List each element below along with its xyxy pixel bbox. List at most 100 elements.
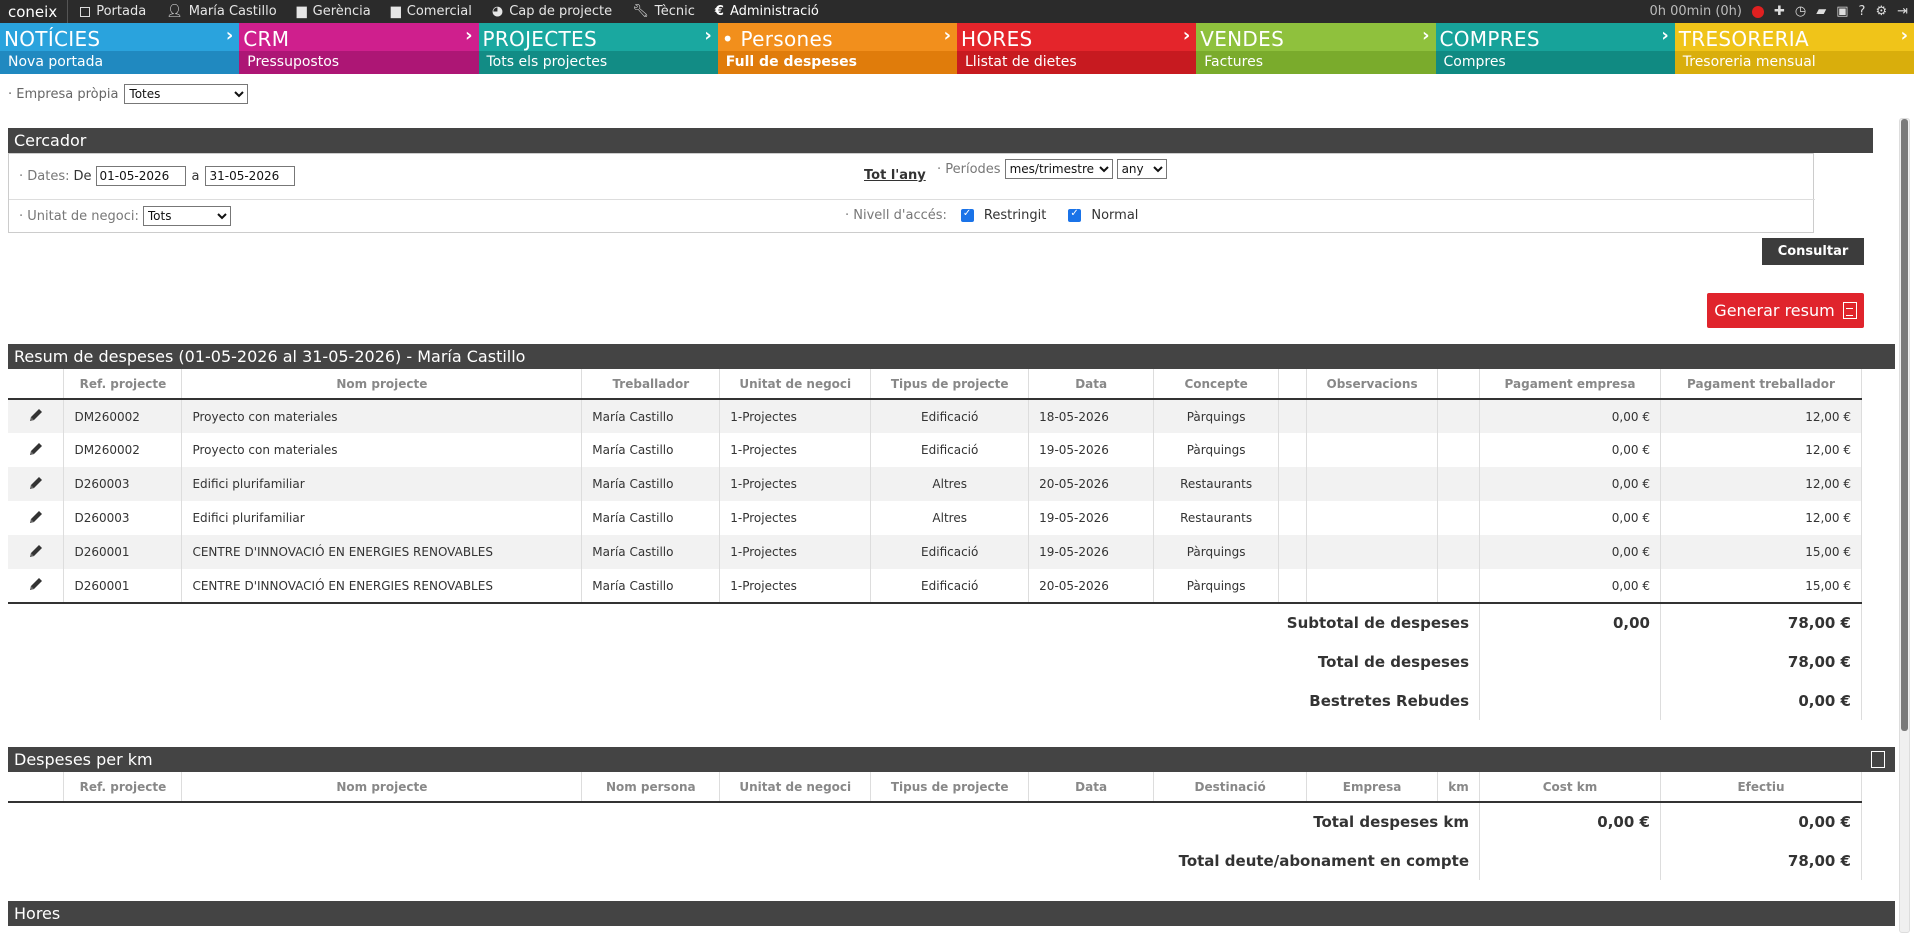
record-icon[interactable] [1751,5,1764,18]
data-cell: 18-05-2026 [1028,399,1155,433]
clock-icon[interactable]: ◷ [1795,4,1806,19]
consultar-button[interactable]: Consultar [1762,238,1864,265]
subtotal-treballador: 78,00 € [1660,603,1863,642]
chevron-right-icon[interactable]: › [465,25,472,46]
excel-export-icon[interactable] [1871,751,1885,768]
module-4[interactable]: HORES Llistat de dietes › [957,23,1197,74]
pencil-icon[interactable] [28,476,44,494]
km-col-header: Cost km [1479,772,1661,802]
date-to-input[interactable] [205,166,296,186]
module-title[interactable]: • Persones [717,23,957,51]
treballador-cell: María Castillo [581,569,721,603]
module-title[interactable]: VENDES [1196,23,1436,51]
resum-col-header: Nom projecte [181,369,583,399]
km-col-header: Nom persona [581,772,721,802]
module-2[interactable]: PROJECTES Tots els projectes › [478,23,718,74]
edit-cell[interactable] [8,535,65,569]
dates-label: · Dates: [19,168,70,184]
tot-any-link[interactable]: Tot l'any [864,168,926,183]
km-header-row: Ref. projecte Nom projecte Nom persona Unit… [8,772,1863,802]
km-col-header: km [1437,772,1481,802]
module-title[interactable]: CRM [239,23,479,51]
module-3[interactable]: • Persones Full de despeses › [717,23,957,74]
normal-checkbox[interactable] [1068,208,1082,222]
chevron-right-icon[interactable]: › [1422,25,1429,46]
periode-select[interactable]: mes/trimestre [1004,159,1113,179]
scrollbar-thumb[interactable] [1901,119,1908,731]
module-title[interactable]: COMPRES [1435,23,1675,51]
module-6[interactable]: COMPRES Compres › [1435,23,1675,74]
deute-label: Total deute/abonament en compte [8,841,1481,880]
page-scrollbar[interactable] [1899,118,1910,933]
pencil-icon[interactable] [28,544,44,562]
chevron-right-icon[interactable]: › [1901,25,1908,46]
unitat-select[interactable]: Tots [142,206,231,226]
topnav-portada[interactable]: Portada [80,4,146,19]
km-col-header: Unitat de negoci [719,772,872,802]
app-logo[interactable]: coneix [0,0,69,23]
any-select[interactable]: any [1116,159,1167,179]
module-subitem[interactable]: Llistat de dietes [957,51,1197,74]
empty-cell [1437,535,1481,569]
pencil-icon[interactable] [28,510,44,528]
table-row: D260003 Edifici plurifamiliar María Castil… [8,467,1863,501]
module-subitem[interactable]: Nova portada [0,51,240,74]
edit-cell[interactable] [8,433,65,467]
nivell-label: · Nivell d'accés: [845,208,947,223]
logout-icon[interactable]: ⇥ [1897,4,1908,19]
module-7[interactable]: TRESORERIA Tresoreria mensual › [1674,23,1914,74]
folder-icon[interactable]: ▰ [1816,4,1826,19]
edit-cell[interactable] [8,569,65,603]
module-subitem[interactable]: Tots els projectes [478,51,718,74]
bestretes-label: Bestretes Rebudes [8,681,1481,720]
observacions-cell [1306,535,1439,569]
pagament-treballador-cell: 15,00 € [1660,535,1863,569]
help-icon[interactable]: ? [1859,4,1866,19]
module-subitem[interactable]: Tresoreria mensual [1674,51,1914,74]
date-from-input[interactable] [95,166,186,186]
concepte-cell: Pàrquings [1153,433,1280,467]
chevron-right-icon[interactable]: › [226,25,233,46]
topnav-tecnic[interactable]: 🔧︎ Tècnic [632,4,695,19]
pencil-icon[interactable] [28,409,44,426]
generar-resum-button[interactable]: Generar resum [1707,293,1864,328]
pencil-icon[interactable] [28,578,44,595]
ref-cell: DM260002 [63,433,183,467]
module-1[interactable]: CRM Pressupostos › [239,23,479,74]
resum-col-header: Concepte [1153,369,1280,399]
module-title[interactable]: NOTÍCIES [0,23,240,51]
edit-cell[interactable] [8,399,65,433]
chevron-right-icon[interactable]: › [704,25,711,46]
topnav-administracio[interactable]: € Administració [715,4,819,19]
chevron-right-icon[interactable]: › [1661,25,1668,46]
plus-icon[interactable]: ✚ [1774,4,1785,19]
ref-cell: D260001 [63,569,183,603]
module-title[interactable]: HORES [957,23,1197,51]
restringit-checkbox[interactable] [960,208,974,222]
gear-icon[interactable]: ⚙ [1875,4,1887,19]
module-0[interactable]: NOTÍCIES Nova portada › [0,23,240,74]
observacions-cell [1306,501,1439,535]
module-subitem[interactable]: Factures [1196,51,1436,74]
archive-icon[interactable]: ▣ [1836,4,1848,19]
module-subitem[interactable]: Pressupostos [239,51,479,74]
module-5[interactable]: VENDES Factures › [1196,23,1436,74]
ref-cell: D260003 [63,467,183,501]
empresa-select[interactable]: Totes [124,84,249,104]
topnav-gerencia[interactable]: ▆ Gerència [297,4,371,19]
edit-cell[interactable] [8,467,65,501]
chevron-right-icon[interactable]: › [1183,25,1190,46]
module-subitem[interactable]: Compres [1435,51,1675,74]
module-title[interactable]: PROJECTES [478,23,718,51]
module-title[interactable]: TRESORERIA [1674,23,1914,51]
nom-cell: Edifici plurifamiliar [181,501,583,535]
topnav-cap-projecte[interactable]: ◕ Cap de projecte [492,4,612,19]
topnav-comercial[interactable]: ▆ Comercial [391,4,472,19]
km-col-header: Data [1028,772,1155,802]
edit-cell[interactable] [8,501,65,535]
chevron-right-icon[interactable]: › [944,25,951,46]
module-subitem[interactable]: Full de despeses [717,51,957,74]
pencil-icon[interactable] [28,442,44,460]
topnav-user[interactable]: 👤︎ María Castillo [166,4,276,19]
observacions-cell [1306,467,1439,501]
